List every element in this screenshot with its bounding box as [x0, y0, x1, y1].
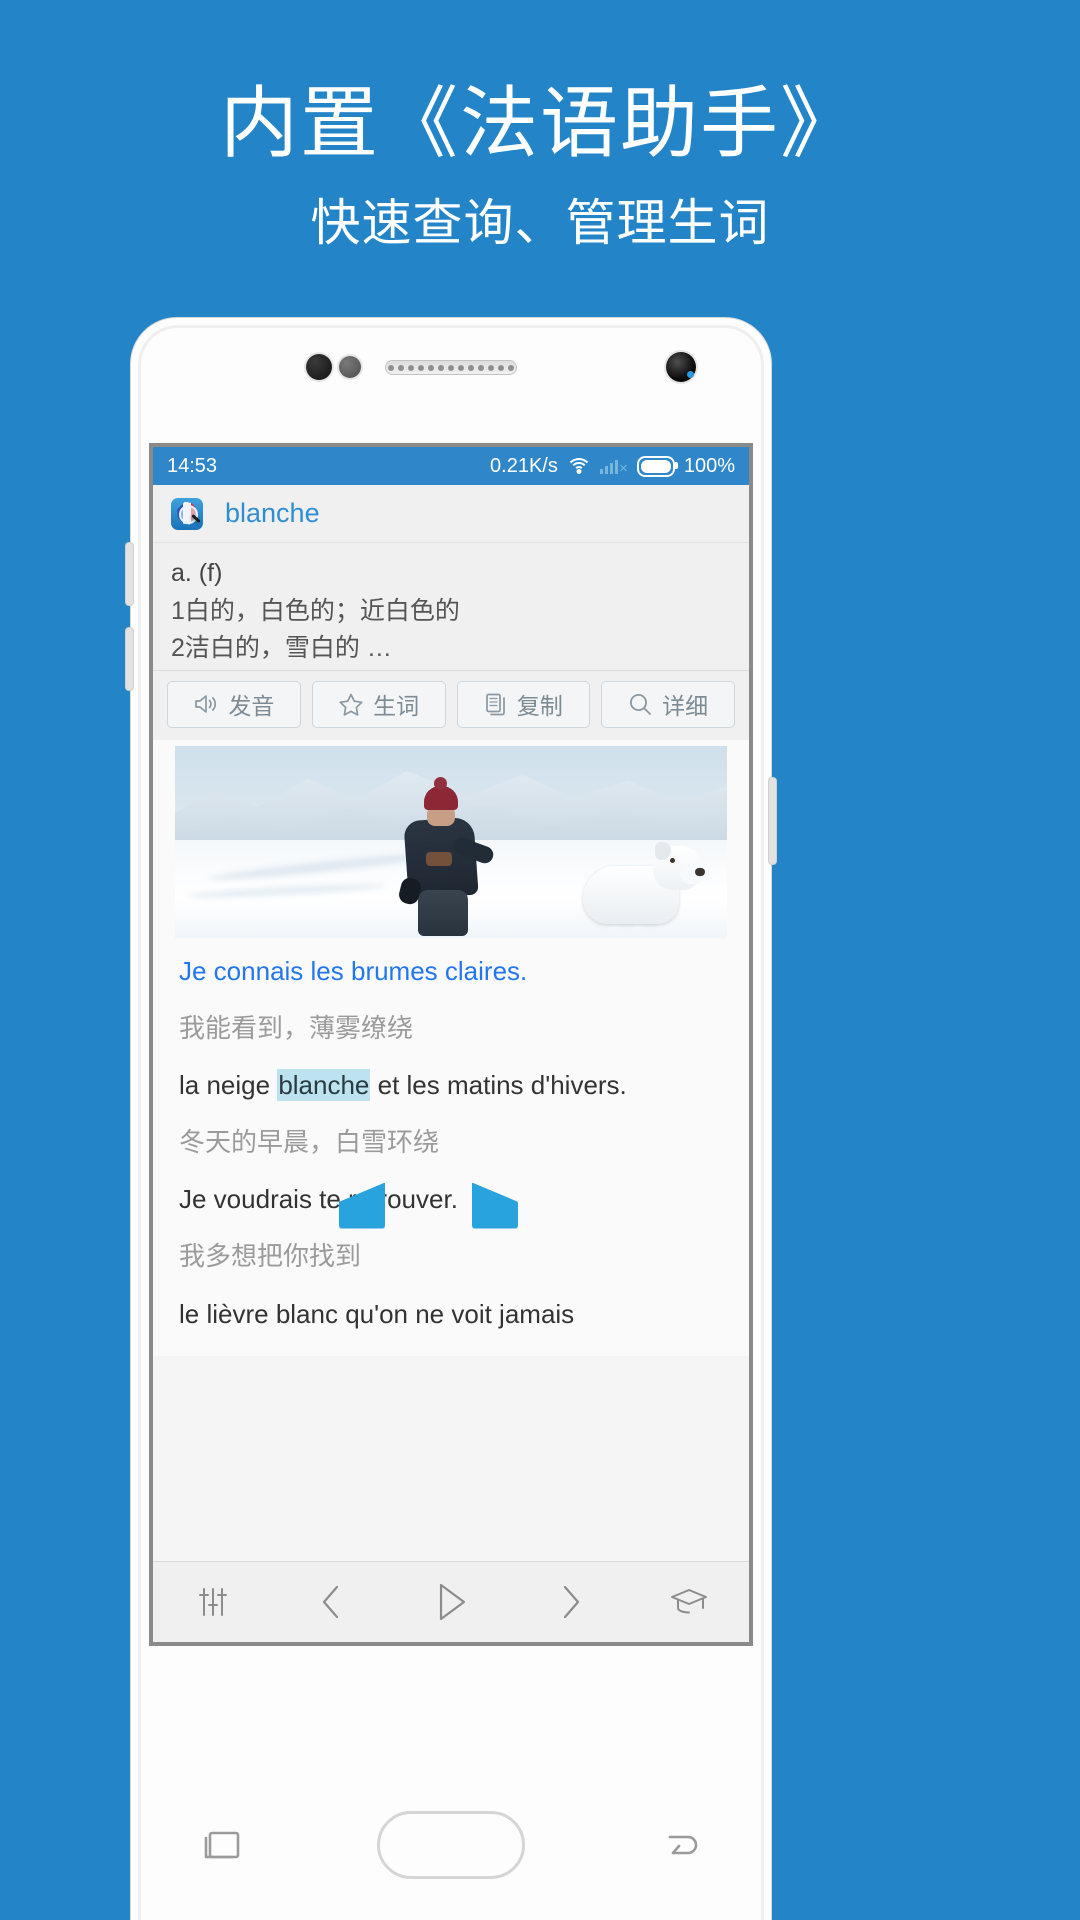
- example-line-cn-3: 我多想把你找到: [179, 1241, 362, 1272]
- example-sentences: Je connais les brumes claires. 我能看到，薄雾缭绕…: [153, 938, 749, 1330]
- definition-sense-2: 2洁白的，雪白的 …: [171, 634, 392, 662]
- status-time: 14:53: [167, 454, 218, 477]
- example-line-cn-2: 冬天的早晨，白雪环绕: [179, 1127, 440, 1158]
- phone-mockup: 14:53 0.21K/s × 100% blanche a. (f) 1白的，…: [126, 318, 776, 1920]
- home-button[interactable]: [376, 1811, 525, 1879]
- earpiece-speaker: [385, 360, 517, 375]
- next-button[interactable]: [540, 1576, 600, 1628]
- copy-button[interactable]: 复制: [456, 680, 591, 728]
- french-dictionary-icon: [171, 497, 203, 530]
- person-figure: [396, 776, 496, 936]
- player-toolbar: [153, 1561, 749, 1642]
- battery-percent: 100%: [683, 454, 735, 477]
- wifi-icon: [565, 457, 592, 475]
- add-vocab-label: 生词: [373, 693, 420, 719]
- status-right-cluster: 0.21K/s × 100%: [490, 455, 735, 478]
- part-of-speech: a. (f): [171, 559, 223, 587]
- play-icon: [439, 1583, 466, 1621]
- graduation-cap-icon: [671, 1589, 708, 1614]
- front-camera-icon: [666, 352, 696, 382]
- detail-button[interactable]: 详细: [601, 680, 735, 728]
- back-icon: [668, 1835, 697, 1855]
- definition-sense-1: 1白的，白色的；近白色的: [171, 596, 460, 625]
- line-before-selection: la neige: [179, 1069, 278, 1100]
- copy-label: 复制: [516, 693, 563, 719]
- pronounce-label: 发音: [228, 693, 275, 719]
- light-sensor-icon: [339, 356, 361, 378]
- chevron-left-icon: [322, 1585, 338, 1619]
- android-navigation-bar: [131, 1770, 771, 1920]
- signal-no-service-icon: ×: [599, 458, 628, 476]
- promo-subtitle: 快速查询、管理生词: [310, 195, 770, 251]
- add-vocab-button[interactable]: 生词: [311, 680, 446, 728]
- example-line-fr-4: le lièvre blanc qu'on ne voit jamais: [179, 1298, 575, 1329]
- search-icon: [630, 693, 652, 715]
- white-dog-figure: [583, 840, 706, 932]
- back-button[interactable]: [652, 1821, 708, 1869]
- action-button-row: 发音 生词 复制 详细: [153, 670, 749, 740]
- promo-text-block: 内置《法语助手》 快速查询、管理生词: [0, 0, 1080, 248]
- headword-title: blanche: [225, 498, 320, 528]
- volume-up-button[interactable]: [126, 543, 133, 605]
- app-header: blanche: [153, 485, 749, 543]
- example-content-area[interactable]: Je connais les brumes claires. 我能看到，薄雾缭绕…: [153, 739, 749, 1356]
- example-line-fr-3: Je voudrais te retrouver.: [179, 1184, 458, 1215]
- definition-block: a. (f) 1白的，白色的；近白色的 2洁白的，雪白的 …: [153, 543, 749, 671]
- chevron-right-icon: [564, 1585, 580, 1619]
- settings-button[interactable]: [183, 1576, 243, 1628]
- battery-full-icon: [636, 455, 678, 477]
- previous-button[interactable]: [302, 1576, 362, 1628]
- volume-down-button[interactable]: [126, 628, 133, 690]
- phone-screen: 14:53 0.21K/s × 100% blanche a. (f) 1白的，…: [153, 447, 749, 1642]
- speaker-icon: [195, 695, 217, 713]
- play-button[interactable]: [421, 1576, 481, 1628]
- recents-button[interactable]: [194, 1821, 250, 1869]
- promo-title: 内置《法语助手》: [219, 79, 860, 167]
- selected-word[interactable]: blanche: [277, 1068, 371, 1101]
- power-button[interactable]: [769, 778, 776, 864]
- settings-sliders-icon: [198, 1588, 227, 1616]
- example-line-fr-2: la neige blanche et les matins d'hivers.: [179, 1068, 723, 1101]
- proximity-sensor-icon: [306, 354, 332, 380]
- recents-icon: [205, 1831, 240, 1859]
- example-line-cn-1: 我能看到，薄雾缭绕: [179, 1012, 414, 1043]
- copy-icon: [486, 693, 505, 715]
- network-speed: 0.21K/s: [490, 454, 558, 477]
- star-icon: [339, 693, 363, 716]
- detail-label: 详细: [662, 693, 709, 719]
- line-after-selection: et les matins d'hivers.: [370, 1069, 627, 1100]
- status-bar: 14:53 0.21K/s × 100%: [153, 447, 749, 485]
- example-photo: [175, 745, 727, 938]
- example-line-fr-1: Je connais les brumes claires.: [179, 955, 528, 986]
- pronounce-button[interactable]: 发音: [167, 680, 301, 728]
- study-button[interactable]: [659, 1576, 719, 1628]
